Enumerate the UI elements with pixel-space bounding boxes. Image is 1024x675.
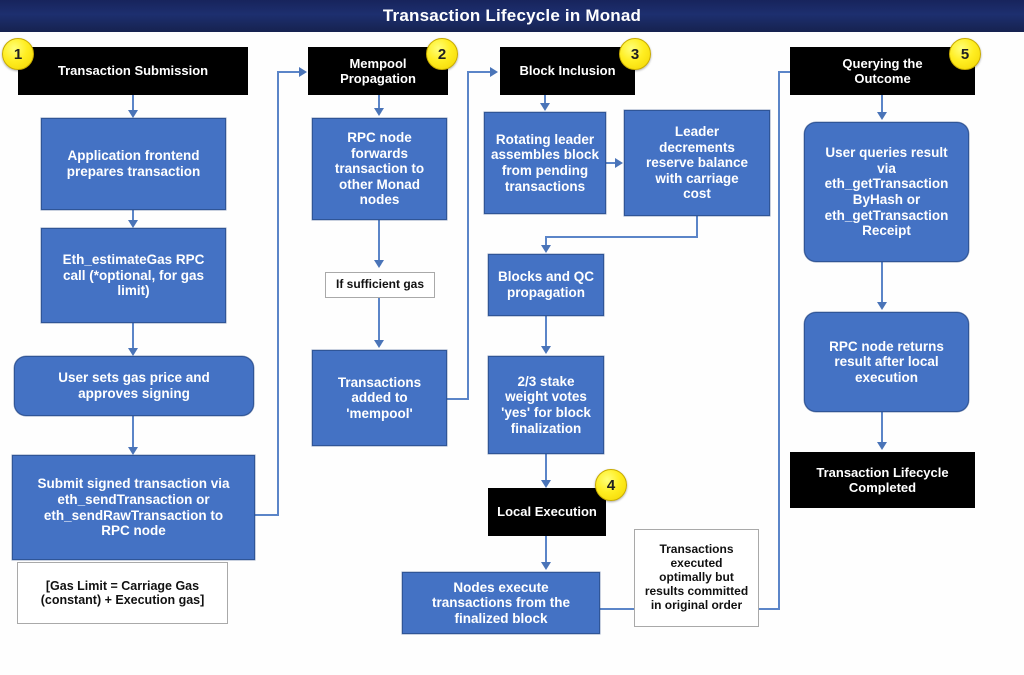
arrowhead-user-queries [877,112,887,120]
step-badge-3: 3 [619,38,651,70]
note-gas-limit-formula: [Gas Limit = Carriage Gas (constant) + E… [17,562,228,624]
node-rotating-leader-assembles-block[interactable]: Rotating leader assembles block from pen… [484,112,606,214]
arrowhead-transaction-completed [877,442,887,450]
arrowhead-if-sufficient-gas [374,260,384,268]
arrowhead-rpc-forwards [374,108,384,116]
note-transactions-executed-optimally: Transactions executed optimally but resu… [634,529,759,627]
connector-usersets-to-submit [132,416,134,449]
arrowhead-mempool-propagation [299,67,307,77]
step-badge-1: 1 [2,38,34,70]
node-leader-decrements-reserve-balance[interactable]: Leader decrements reserve balance with c… [624,110,770,216]
connector-mempool-to-block-h1 [447,398,469,400]
arrowhead-stake-vote [541,346,551,354]
node-two-thirds-stake-weight-votes[interactable]: 2/3 stake weight votes 'yes' for block f… [488,356,604,454]
arrowhead-estimategas [128,220,138,228]
step-badge-5: 5 [949,38,981,70]
arrowhead-rotating-leader [540,103,550,111]
connector-submit-to-mempool-h1 [255,514,279,516]
page-title: Transaction Lifecycle in Monad [382,6,642,25]
node-rpc-node-forwards[interactable]: RPC node forwards transaction to other M… [312,118,447,220]
node-user-queries-result[interactable]: User queries result via eth_getTransacti… [804,122,969,262]
connector-rpcforwards-to-ifgas [378,220,380,262]
connector-leaderdec-left [545,236,698,238]
arrowhead-submit-signed [128,447,138,455]
node-blocks-and-qc-propagation[interactable]: Blocks and QC propagation [488,254,604,316]
connector-submit-to-mempool-h2 [277,71,301,73]
node-user-sets-gas-price[interactable]: User sets gas price and approves signing [14,356,254,416]
connector-right-riser [778,71,780,610]
connector-mempool-to-block-h2 [467,71,492,73]
arrowhead-tx-added-mempool [374,340,384,348]
arrowhead-local-execution [541,480,551,488]
arrowhead-blocks-qc [541,245,551,253]
arrowhead-user-sets-gas [128,348,138,356]
connector-rpcreturns-to-completed [881,412,883,444]
connector-ifgas-to-mempooladd [378,298,380,342]
connector-stage5-to-userqueries [881,95,883,113]
connector-blocksqc-to-stakevote [545,316,547,348]
arrowhead-app-frontend [128,110,138,118]
stage-header-block-inclusion[interactable]: Block Inclusion [500,47,635,95]
connector-mempool-to-block-v [467,71,469,400]
connector-localexec-to-nodesexec [545,536,547,564]
arrowhead-block-inclusion [490,67,498,77]
diagram-title-bar: Transaction Lifecycle in Monad [0,0,1024,32]
arrowhead-rpc-returns [877,302,887,310]
arrowhead-leader-decrements [615,158,623,168]
stage-header-querying-the-outcome[interactable]: Querying the Outcome [790,47,975,95]
stage-header-transaction-submission[interactable]: Transaction Submission [18,47,248,95]
connector-estimategas-to-usersets [132,323,134,351]
step-badge-2: 2 [426,38,458,70]
node-nodes-execute-transactions[interactable]: Nodes execute transactions from the fina… [402,572,600,634]
node-application-frontend[interactable]: Application frontend prepares transactio… [41,118,226,210]
node-submit-signed-transaction[interactable]: Submit signed transaction via eth_sendTr… [12,455,255,560]
connector-submit-to-mempool-v [277,71,279,516]
diagram-canvas: Transaction Lifecycle in Monad Transacti… [0,0,1024,675]
arrowhead-nodes-execute [541,562,551,570]
node-eth-estimategas[interactable]: Eth_estimateGas RPC call (*optional, for… [41,228,226,323]
node-rpc-node-returns-result[interactable]: RPC node returns result after local exec… [804,312,969,412]
connector-leaderdec-down [696,216,698,237]
step-badge-4: 4 [595,469,627,501]
stage-transaction-lifecycle-completed[interactable]: Transaction Lifecycle Completed [790,452,975,508]
node-if-sufficient-gas: If sufficient gas [325,272,435,298]
stage-header-local-execution[interactable]: Local Execution [488,488,606,536]
node-transactions-added-to-mempool[interactable]: Transactions added to 'mempool' [312,350,447,446]
connector-stakevote-to-localexec [545,454,547,482]
connector-userqueries-to-rpcreturns [881,262,883,304]
